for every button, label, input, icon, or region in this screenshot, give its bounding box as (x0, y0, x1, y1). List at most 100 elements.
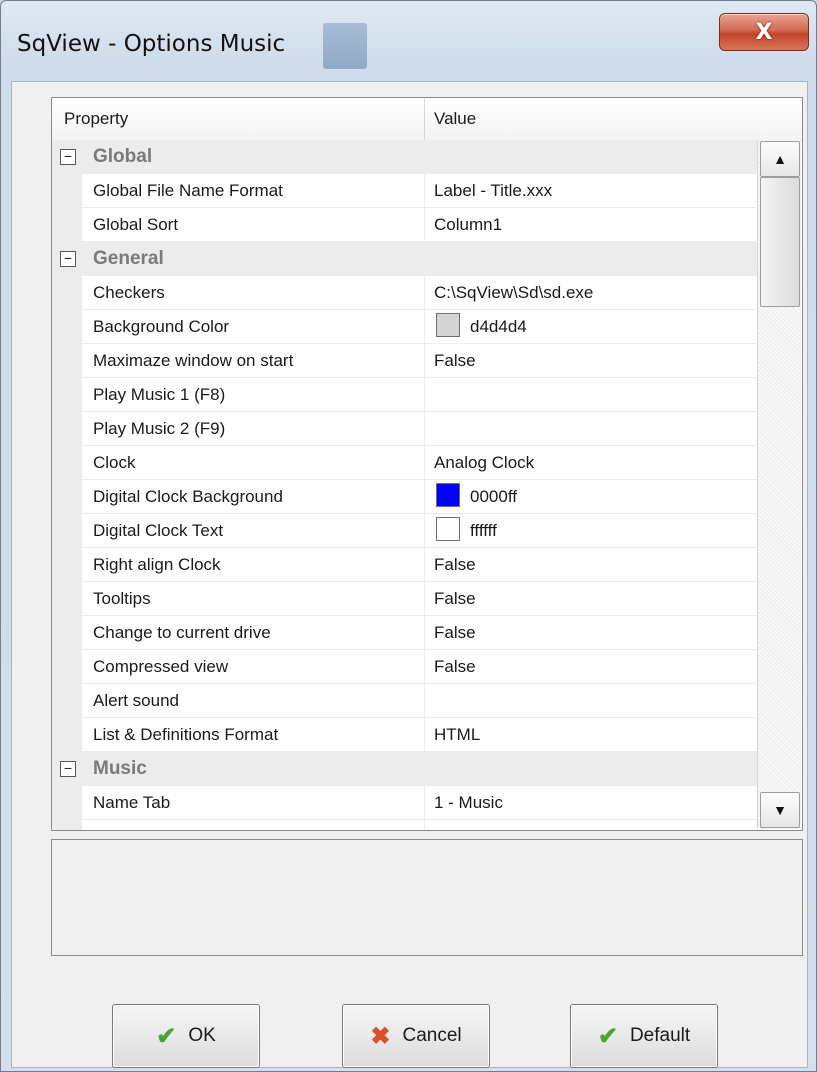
property-value[interactable]: Column1 (434, 208, 754, 241)
scroll-thumb[interactable] (760, 177, 800, 307)
column-divider (424, 310, 425, 344)
property-value[interactable]: 1 - Music (434, 786, 754, 819)
grid-rows: − Global Global File Name Format Label - Ti… (52, 140, 757, 830)
property-row[interactable]: Name Tab 1 - Music (52, 786, 757, 820)
property-value[interactable] (434, 378, 754, 411)
category-row-global[interactable]: − Global (52, 140, 757, 174)
column-divider (424, 718, 425, 752)
property-row[interactable]: Global File Name Format Label - Title.xxx (52, 174, 757, 208)
property-row[interactable]: Maximaze window on start False (52, 344, 757, 378)
title-bar[interactable]: SqView - Options Music X (1, 1, 816, 81)
property-name[interactable]: Right align Clock (93, 548, 423, 581)
column-divider (424, 650, 425, 684)
property-name[interactable]: Clock (93, 446, 423, 479)
property-row[interactable]: Digital Clock Background 0000ff (52, 480, 757, 514)
column-divider (424, 174, 425, 208)
checkmark-icon: ✔ (597, 1022, 618, 1050)
property-name[interactable]: Name Tab (93, 786, 423, 819)
category-label: Music (93, 758, 147, 779)
column-header-value[interactable]: Value (434, 98, 476, 140)
column-divider (424, 480, 425, 514)
property-value[interactable]: d4d4d4 (434, 310, 754, 343)
property-name[interactable]: Global File Name Format (93, 174, 423, 207)
property-value-text: 0000ff (470, 487, 517, 506)
property-value[interactable] (434, 684, 754, 717)
property-row[interactable]: List & Definitions Format HTML (52, 718, 757, 752)
scroll-up-button[interactable]: ▲ (760, 141, 800, 177)
default-button-label: Default (629, 1025, 691, 1046)
property-value-text: False (434, 657, 476, 676)
property-row[interactable]: Clock Analog Clock (52, 446, 757, 480)
property-name[interactable]: Play Music 1 (F8) (93, 378, 423, 411)
property-name[interactable]: Alert sound (93, 684, 423, 717)
category-row-general[interactable]: − General (52, 242, 757, 276)
ok-button[interactable]: ✔ OK (112, 1004, 260, 1068)
property-value[interactable]: Analog Clock (434, 446, 754, 479)
property-value-text: HTML (434, 725, 481, 744)
property-row[interactable]: Alert sound (52, 684, 757, 718)
property-name[interactable]: Digital Clock Background (93, 480, 423, 513)
property-row[interactable]: Checkers C:\SqView\Sd\sd.exe (52, 276, 757, 310)
row-margin (52, 548, 82, 582)
property-value[interactable]: False (434, 616, 754, 649)
property-name[interactable]: Checkers (93, 276, 423, 309)
row-margin (52, 820, 82, 830)
collapse-icon[interactable]: − (60, 761, 76, 777)
property-value[interactable]: False (434, 548, 754, 581)
property-row[interactable]: Play Music 2 (F9) (52, 412, 757, 446)
background-window-icon (323, 23, 367, 69)
property-value[interactable]: 0000ff (434, 480, 754, 513)
property-name[interactable]: Fade (sec) (93, 820, 423, 830)
description-panel (51, 839, 803, 956)
property-row[interactable]: Background Color d4d4d4 (52, 310, 757, 344)
property-name[interactable]: List & Definitions Format (93, 718, 423, 751)
property-name[interactable]: Background Color (93, 310, 423, 343)
row-margin (52, 208, 82, 242)
property-name[interactable]: Compressed view (93, 650, 423, 683)
property-name[interactable]: Global Sort (93, 208, 423, 241)
default-button[interactable]: ✔ Default (570, 1004, 718, 1068)
property-row[interactable]: Play Music 1 (F8) (52, 378, 757, 412)
property-name[interactable]: Play Music 2 (F9) (93, 412, 423, 445)
property-row[interactable]: Change to current drive False (52, 616, 757, 650)
scroll-down-button[interactable]: ▼ (760, 792, 800, 828)
property-name[interactable]: Change to current drive (93, 616, 423, 649)
property-value[interactable]: False (434, 344, 754, 377)
property-value[interactable]: 3 (434, 820, 754, 830)
property-row[interactable]: Compressed view False (52, 650, 757, 684)
cancel-button-label: Cancel (402, 1025, 462, 1046)
property-value[interactable]: C:\SqView\Sd\sd.exe (434, 276, 754, 309)
row-margin (52, 514, 82, 548)
property-value[interactable]: Label - Title.xxx (434, 174, 754, 207)
category-label: General (93, 248, 164, 269)
column-header-property[interactable]: Property (64, 98, 128, 140)
color-swatch (436, 313, 460, 337)
category-row-music[interactable]: − Music (52, 752, 757, 786)
property-value[interactable]: False (434, 582, 754, 615)
property-value-text: False (434, 351, 476, 370)
property-row[interactable]: Digital Clock Text ffffff (52, 514, 757, 548)
property-name[interactable]: Digital Clock Text (93, 514, 423, 547)
row-margin (52, 276, 82, 310)
property-row[interactable]: Right align Clock False (52, 548, 757, 582)
property-value-text: 3 (434, 827, 443, 830)
cancel-button[interactable]: ✖ Cancel (342, 1004, 490, 1068)
row-margin (52, 616, 82, 650)
property-value[interactable]: False (434, 650, 754, 683)
property-row[interactable]: Global Sort Column1 (52, 208, 757, 242)
property-row[interactable]: Tooltips False (52, 582, 757, 616)
column-divider[interactable] (424, 98, 425, 140)
property-value[interactable]: HTML (434, 718, 754, 751)
vertical-scrollbar[interactable]: ▲ ▼ (757, 140, 801, 829)
property-name[interactable]: Tooltips (93, 582, 423, 615)
property-row[interactable]: Fade (sec) 3 (52, 820, 757, 830)
property-name[interactable]: Maximaze window on start (93, 344, 423, 377)
close-button[interactable]: X (719, 13, 809, 51)
property-value[interactable]: ffffff (434, 514, 754, 547)
property-value[interactable] (434, 412, 754, 445)
column-divider (424, 276, 425, 310)
row-margin (52, 582, 82, 616)
collapse-icon[interactable]: − (60, 251, 76, 267)
collapse-icon[interactable]: − (60, 149, 76, 165)
column-divider (424, 684, 425, 718)
